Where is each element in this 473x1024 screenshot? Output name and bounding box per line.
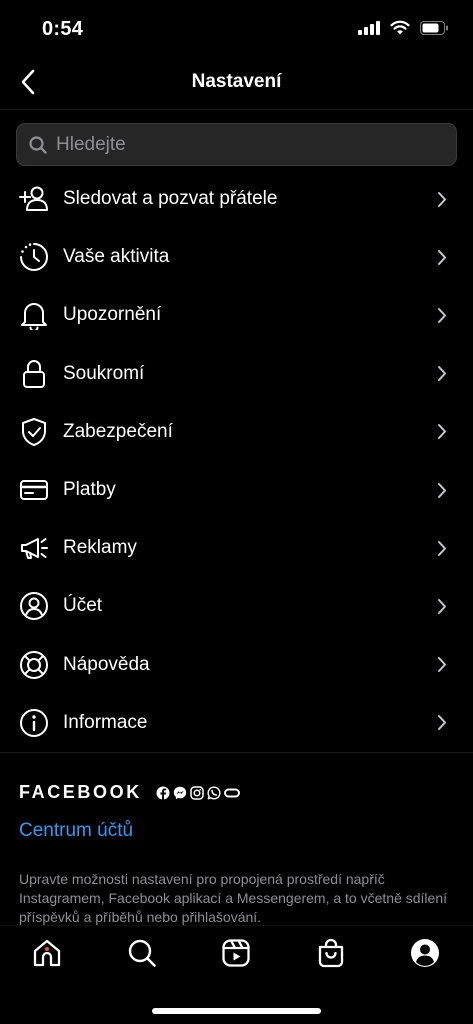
menu-label: Vaše aktivita: [63, 246, 170, 268]
menu-label: Zabezpečení: [63, 420, 173, 442]
activity-clock-icon: [18, 241, 50, 273]
status-bar: 0:54: [0, 0, 473, 58]
header: Nastavení: [0, 58, 473, 110]
bell-icon: [18, 299, 50, 331]
accounts-center-description: Upravte možnosti nastavení pro propojená…: [19, 871, 447, 925]
cellular-signal-icon: [358, 20, 380, 35]
shield-check-icon: [18, 416, 50, 448]
wifi-icon: [390, 20, 410, 35]
tab-reels[interactable]: [214, 931, 258, 975]
menu-item-about[interactable]: Informace: [0, 694, 473, 752]
facebook-icon: [156, 786, 170, 800]
menu-item-security[interactable]: Zabezpečení: [0, 403, 473, 461]
page-title: Nastavení: [191, 71, 282, 92]
messenger-icon: [173, 786, 187, 799]
instagram-icon: [190, 785, 204, 800]
settings-menu: Sledovat a pozvat přátele Vaše aktivita: [0, 170, 473, 752]
menu-label: Informace: [63, 711, 148, 733]
menu-label: Platby: [63, 479, 116, 501]
home-indicator: [152, 1008, 321, 1014]
chevron-right-icon: [435, 305, 449, 325]
lock-icon: [18, 358, 50, 390]
reels-icon: [222, 939, 250, 967]
shopping-bag-icon: [318, 938, 344, 968]
tab-profile[interactable]: [403, 931, 447, 975]
tab-search[interactable]: [120, 931, 164, 975]
avatar: [411, 939, 439, 967]
menu-label: Soukromí: [63, 362, 145, 384]
credit-card-icon: [18, 474, 50, 506]
lifebuoy-icon: [18, 649, 50, 681]
chevron-right-icon: [435, 713, 449, 733]
chevron-right-icon: [435, 364, 449, 384]
battery-icon: [420, 20, 448, 35]
chevron-right-icon: [435, 538, 449, 558]
menu-label: Nápověda: [63, 653, 150, 675]
tab-home[interactable]: [25, 931, 69, 975]
account-circle-icon: [18, 590, 50, 622]
menu-label: Upozornění: [63, 304, 162, 326]
settings-screen: 0:54 Nastavení Hledejte Sledovat a pozva…: [0, 0, 473, 1024]
add-person-icon: [18, 183, 50, 215]
facebook-header: FACEBOOK: [19, 782, 240, 803]
section-divider: [0, 752, 473, 753]
status-time: 0:54: [42, 18, 84, 40]
chevron-right-icon: [435, 247, 449, 267]
menu-label: Sledovat a pozvat přátele: [63, 188, 278, 210]
search-icon: [29, 135, 47, 154]
chevron-right-icon: [435, 655, 449, 675]
menu-item-follow-invite[interactable]: Sledovat a pozvat přátele: [0, 170, 473, 228]
megaphone-icon: [18, 532, 50, 564]
chevron-right-icon: [435, 596, 449, 616]
menu-item-your-activity[interactable]: Vaše aktivita: [0, 228, 473, 286]
oculus-icon: [223, 788, 240, 797]
menu-label: Účet: [63, 595, 103, 617]
chevron-right-icon: [435, 422, 449, 442]
status-icons: [358, 20, 449, 35]
menu-item-notifications[interactable]: Upozornění: [0, 286, 473, 344]
menu-label: Reklamy: [63, 537, 137, 559]
menu-item-ads[interactable]: Reklamy: [0, 519, 473, 577]
menu-item-privacy[interactable]: Soukromí: [0, 345, 473, 403]
meta-app-icons: [156, 785, 240, 800]
notification-dot: [45, 947, 49, 951]
home-icon: [33, 939, 61, 967]
search-icon: [128, 939, 156, 967]
chevron-right-icon: [435, 480, 449, 500]
accounts-center-link[interactable]: Centrum účtů: [19, 820, 133, 842]
menu-item-help[interactable]: Nápověda: [0, 636, 473, 694]
chevron-right-icon: [435, 189, 449, 209]
search-bar[interactable]: [16, 123, 457, 166]
facebook-wordmark: FACEBOOK: [19, 782, 142, 802]
tab-shop[interactable]: [309, 931, 353, 975]
whatsapp-icon: [207, 785, 221, 799]
menu-item-account[interactable]: Účet: [0, 577, 473, 635]
menu-item-payments[interactable]: Platby: [0, 461, 473, 519]
search-input[interactable]: [56, 133, 436, 156]
info-icon: [18, 707, 50, 739]
